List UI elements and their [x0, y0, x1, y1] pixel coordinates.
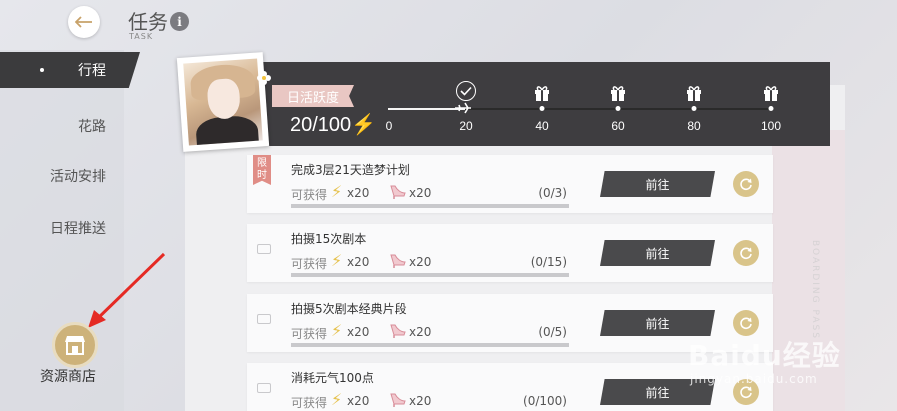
gift-icon[interactable] [609, 84, 627, 102]
sidebar-item-flower-road[interactable]: 花路 [0, 108, 124, 144]
task-name: 消耗元气100点 [291, 371, 374, 385]
limited-time-tag: 限时 [253, 155, 271, 185]
refresh-icon [740, 247, 752, 260]
milestone-dot [615, 106, 621, 111]
activity-progress-track [388, 108, 772, 110]
gift-icon[interactable] [762, 84, 780, 102]
heel-shoe-icon [390, 393, 406, 407]
sidebar-item-label: 行程 [78, 63, 106, 79]
task-name: 拍摄5次剧本经典片段 [291, 302, 407, 316]
task-progress: (0/100) [523, 394, 567, 408]
task-progress: (0/5) [538, 325, 567, 339]
reward-label: 可获得 [291, 396, 328, 410]
sidebar-item-trip[interactable]: 行程 [0, 52, 140, 88]
milestone-label: 60 [611, 119, 625, 133]
refresh-icon [740, 386, 752, 399]
milestone-label: 100 [760, 119, 782, 133]
energy-reward-value: x20 [347, 255, 370, 269]
resource-shop-label: 资源商店 [40, 369, 96, 385]
energy-reward-icon: ⚡ [331, 251, 343, 270]
gift-icon[interactable] [533, 84, 551, 102]
watermark: Baidu经验 [688, 339, 841, 372]
heel-shoe-icon [390, 185, 406, 199]
milestone-label: 40 [535, 119, 549, 133]
ticket-icon [257, 383, 271, 393]
refresh-icon [740, 317, 752, 330]
ticket-icon [257, 244, 271, 254]
shoe-reward-value: x20 [409, 255, 432, 269]
resource-shop-button[interactable] [52, 322, 98, 368]
sidebar-item-label: 日程推送 [50, 221, 106, 237]
milestone-label: 20 [459, 119, 473, 133]
milestone-label: 0 [385, 119, 393, 133]
heel-shoe-icon [390, 324, 406, 338]
back-arrow-icon [75, 16, 92, 28]
info-icon[interactable]: i [170, 12, 189, 31]
milestone-dot [539, 106, 545, 111]
sidebar-item-label: 活动安排 [50, 169, 106, 185]
energy-reward-icon: ⚡ [331, 182, 343, 201]
page-title: 任务 [128, 10, 168, 34]
page-subtitle: TASK [129, 32, 154, 41]
task-card: 拍摄15次剧本 可获得 ⚡ x20 x20 (0/15) 前往 [247, 224, 773, 282]
watermark-url: jingyan.baidu.com [690, 372, 818, 386]
reward-label: 可获得 [291, 327, 328, 341]
reward-label: 可获得 [291, 188, 328, 202]
active-dot [40, 68, 44, 72]
heel-shoe-icon [390, 254, 406, 268]
refresh-task-button[interactable] [733, 171, 759, 197]
task-name: 完成3层21天造梦计划 [291, 163, 410, 177]
boarding-pass-text: BOARDING PASS [810, 240, 820, 340]
daily-activity-value: 20/100⚡ [290, 114, 377, 136]
sidebar-item-push[interactable]: 日程推送 [0, 210, 124, 246]
task-card: 限时 完成3层21天造梦计划 可获得 ⚡ x20 x20 (0/3) 前往 [247, 155, 773, 213]
go-button[interactable]: 前往 [600, 240, 715, 266]
character-portrait [176, 52, 270, 152]
reward-label: 可获得 [291, 257, 328, 271]
shoe-reward-value: x20 [409, 325, 432, 339]
task-progress: (0/3) [538, 186, 567, 200]
back-button[interactable] [68, 6, 100, 38]
energy-reward-icon: ⚡ [331, 390, 343, 409]
go-button[interactable]: 前往 [600, 171, 715, 197]
sidebar-item-label: 花路 [78, 119, 106, 135]
energy-reward-icon: ⚡ [331, 321, 343, 340]
daily-activity-tag: 日活跃度 [272, 85, 354, 107]
flower-icon [257, 71, 271, 85]
refresh-task-button[interactable] [733, 240, 759, 266]
shoe-reward-value: x20 [409, 394, 432, 408]
milestone-claimed-check-icon [456, 81, 476, 101]
energy-reward-value: x20 [347, 325, 370, 339]
milestone-dot [691, 106, 697, 111]
activity-progress-fill [388, 108, 465, 110]
refresh-task-button[interactable] [733, 310, 759, 336]
milestone-label: 80 [687, 119, 701, 133]
red-arrow-annotation [88, 252, 166, 328]
energy-reward-value: x20 [347, 186, 370, 200]
task-name: 拍摄15次剧本 [291, 232, 367, 246]
shoe-reward-value: x20 [409, 186, 432, 200]
task-progress-bar [291, 343, 569, 347]
refresh-icon [740, 178, 752, 191]
task-progress-bar [291, 204, 569, 208]
go-button[interactable]: 前往 [600, 310, 715, 336]
task-progress: (0/15) [530, 255, 567, 269]
gift-icon[interactable] [685, 84, 703, 102]
shop-icon [65, 336, 85, 355]
sidebar-item-schedule[interactable]: 活动安排 [0, 158, 124, 194]
bolt-icon: ⚡ [351, 114, 377, 136]
milestone-dot [768, 106, 774, 111]
plane-icon [455, 102, 471, 114]
ticket-icon [257, 314, 271, 324]
task-progress-bar [291, 273, 569, 277]
energy-reward-value: x20 [347, 394, 370, 408]
